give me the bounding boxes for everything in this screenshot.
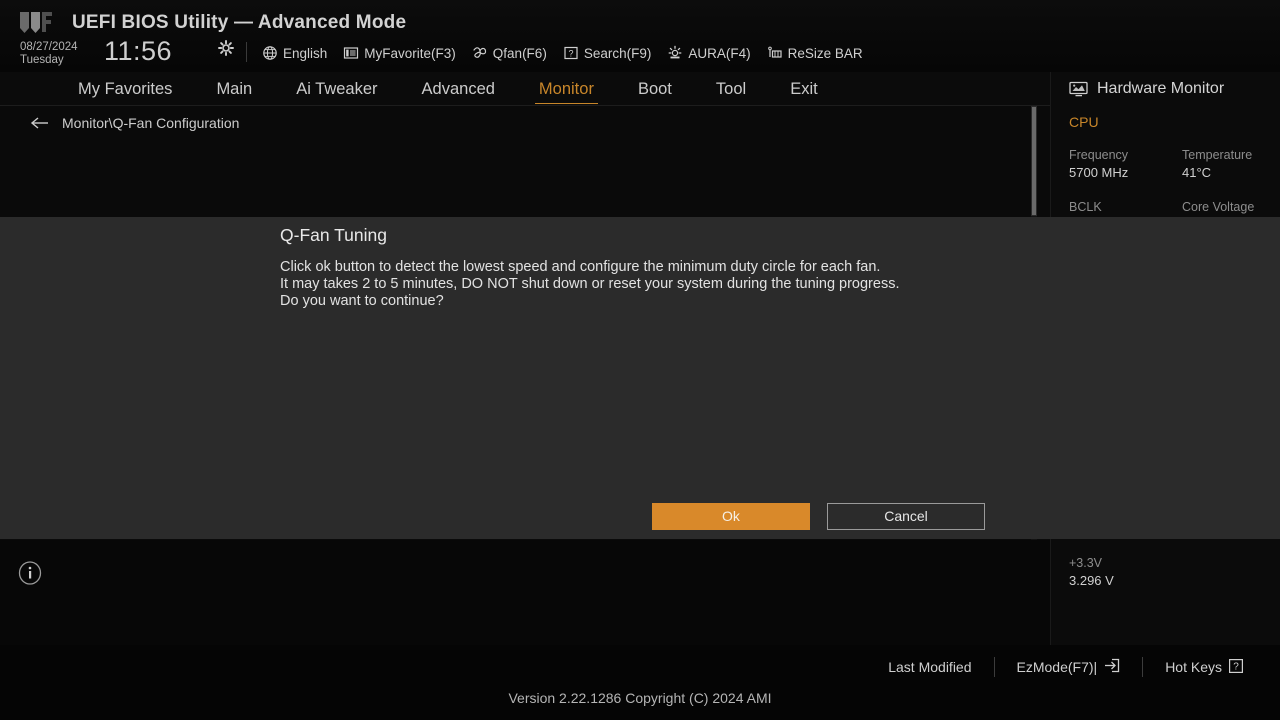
tuf-shield-logo	[16, 10, 60, 36]
footer-item-label: Last Modified	[888, 659, 971, 675]
ok-button[interactable]: Ok	[652, 503, 810, 530]
header-item-aura[interactable]: AURA(F4)	[667, 45, 750, 61]
svg-text:?: ?	[568, 48, 573, 58]
monitor-icon	[1069, 81, 1089, 97]
footer-item-label: EzMode(F7)|	[1017, 659, 1098, 675]
footer-bar: Last Modified EzMode(F7)| Hot Keys	[0, 645, 1280, 690]
tab-main[interactable]: Main	[194, 72, 274, 106]
list-icon	[343, 45, 359, 61]
nav-tabs: My Favorites Main Ai Tweaker Advanced Mo…	[56, 72, 840, 106]
hm-metric-key: BCLK	[1069, 200, 1102, 214]
question-box-icon: ?	[563, 45, 579, 61]
aura-light-icon	[667, 45, 683, 61]
back-arrow-icon[interactable]	[30, 116, 50, 130]
hm-metric-3v3: +3.3V 3.296 V	[1069, 556, 1114, 588]
tab-ai-tweaker[interactable]: Ai Tweaker	[274, 72, 399, 106]
footer-item-ezmode[interactable]: EzMode(F7)|	[995, 658, 1143, 676]
header-item-label: AURA(F4)	[688, 46, 750, 61]
breadcrumb: Monitor\Q-Fan Configuration	[0, 106, 1050, 140]
dialog-question: Do you want to continue?	[280, 293, 1005, 310]
q-fan-tuning-dialog: Q-Fan Tuning Click ok button to detect t…	[0, 217, 1280, 539]
version-text: Version 2.22.1286 Copyright (C) 2024 AMI	[0, 690, 1280, 706]
fan-icon	[472, 45, 488, 61]
dialog-title: Q-Fan Tuning	[280, 225, 387, 246]
bios-screen: UEFI BIOS Utility — Advanced Mode 08/27/…	[0, 0, 1280, 720]
scrollbar-thumb[interactable]	[1031, 106, 1037, 216]
page-title: UEFI BIOS Utility — Advanced Mode	[72, 12, 406, 34]
hm-metric-key: +3.3V	[1069, 556, 1114, 570]
dialog-line-1: Click ok button to detect the lowest spe…	[280, 259, 1005, 276]
info-circle-icon[interactable]	[18, 560, 42, 586]
hm-metric-value: 3.296 V	[1069, 573, 1114, 588]
question-box-icon: ?	[1228, 658, 1244, 677]
footer-item-last-modified[interactable]: Last Modified	[866, 659, 993, 675]
hm-metric-value: 41°C	[1182, 165, 1252, 180]
tab-boot[interactable]: Boot	[616, 72, 694, 106]
breadcrumb-text: Monitor\Q-Fan Configuration	[62, 115, 239, 131]
header-item-qfan[interactable]: Qfan(F6)	[472, 45, 547, 61]
main-nav-bar: My Favorites Main Ai Tweaker Advanced Mo…	[0, 72, 1050, 106]
resize-bar-icon	[767, 45, 783, 61]
dialog-line-2: It may takes 2 to 5 minutes, DO NOT shut…	[280, 276, 1005, 293]
tab-advanced[interactable]: Advanced	[400, 72, 517, 106]
hm-metric-value: 5700 MHz	[1069, 165, 1128, 180]
header-item-resize-bar[interactable]: ReSize BAR	[767, 45, 863, 61]
header-bar: UEFI BIOS Utility — Advanced Mode 08/27/…	[0, 0, 1280, 72]
header-item-label: Search(F9)	[584, 46, 652, 61]
dialog-buttons: Ok Cancel	[652, 503, 985, 530]
date-value: 08/27/2024	[20, 41, 100, 54]
header-item-label: English	[283, 46, 327, 61]
hm-metric-key: Core Voltage	[1182, 200, 1254, 214]
gear-icon[interactable]	[218, 40, 234, 56]
hm-metric-bclk: BCLK	[1069, 200, 1102, 217]
cancel-button[interactable]: Cancel	[827, 503, 985, 530]
header-divider	[246, 42, 247, 62]
hm-metric-core-voltage: Core Voltage	[1182, 200, 1254, 217]
tab-tool[interactable]: Tool	[694, 72, 768, 106]
tab-exit[interactable]: Exit	[768, 72, 840, 106]
hm-metric-key: Frequency	[1069, 148, 1128, 162]
arrow-into-box-icon	[1103, 658, 1120, 676]
dialog-body: Click ok button to detect the lowest spe…	[280, 259, 1005, 310]
tab-my-favorites[interactable]: My Favorites	[56, 72, 194, 106]
hm-metric-key: Temperature	[1182, 148, 1252, 162]
header-item-search[interactable]: ? Search(F9)	[563, 45, 652, 61]
hm-metric-temperature: Temperature 41°C	[1182, 148, 1252, 180]
clock-display: 11:56	[104, 36, 172, 67]
hm-metric-frequency: Frequency 5700 MHz	[1069, 148, 1128, 180]
header-item-english[interactable]: English	[262, 45, 327, 61]
weekday-value: Tuesday	[20, 54, 100, 67]
info-strip	[0, 540, 1050, 645]
header-shortcuts: English MyFavorite(F3)	[262, 43, 863, 63]
footer-item-hot-keys[interactable]: Hot Keys ?	[1143, 658, 1266, 677]
svg-text:?: ?	[1233, 661, 1239, 672]
footer-shortcuts: Last Modified EzMode(F7)| Hot Keys	[866, 655, 1266, 679]
footer-item-label: Hot Keys	[1165, 659, 1222, 675]
globe-icon	[262, 45, 278, 61]
header-item-label: Qfan(F6)	[493, 46, 547, 61]
hardware-monitor-title-label: Hardware Monitor	[1097, 80, 1224, 98]
hm-section-cpu: CPU	[1069, 114, 1099, 130]
header-item-label: ReSize BAR	[788, 46, 863, 61]
tab-monitor[interactable]: Monitor	[517, 72, 616, 106]
header-item-label: MyFavorite(F3)	[364, 46, 456, 61]
date-display: 08/27/2024 Tuesday	[20, 41, 100, 67]
header-item-myfavorite[interactable]: MyFavorite(F3)	[343, 45, 456, 61]
hardware-monitor-title: Hardware Monitor	[1069, 80, 1224, 98]
